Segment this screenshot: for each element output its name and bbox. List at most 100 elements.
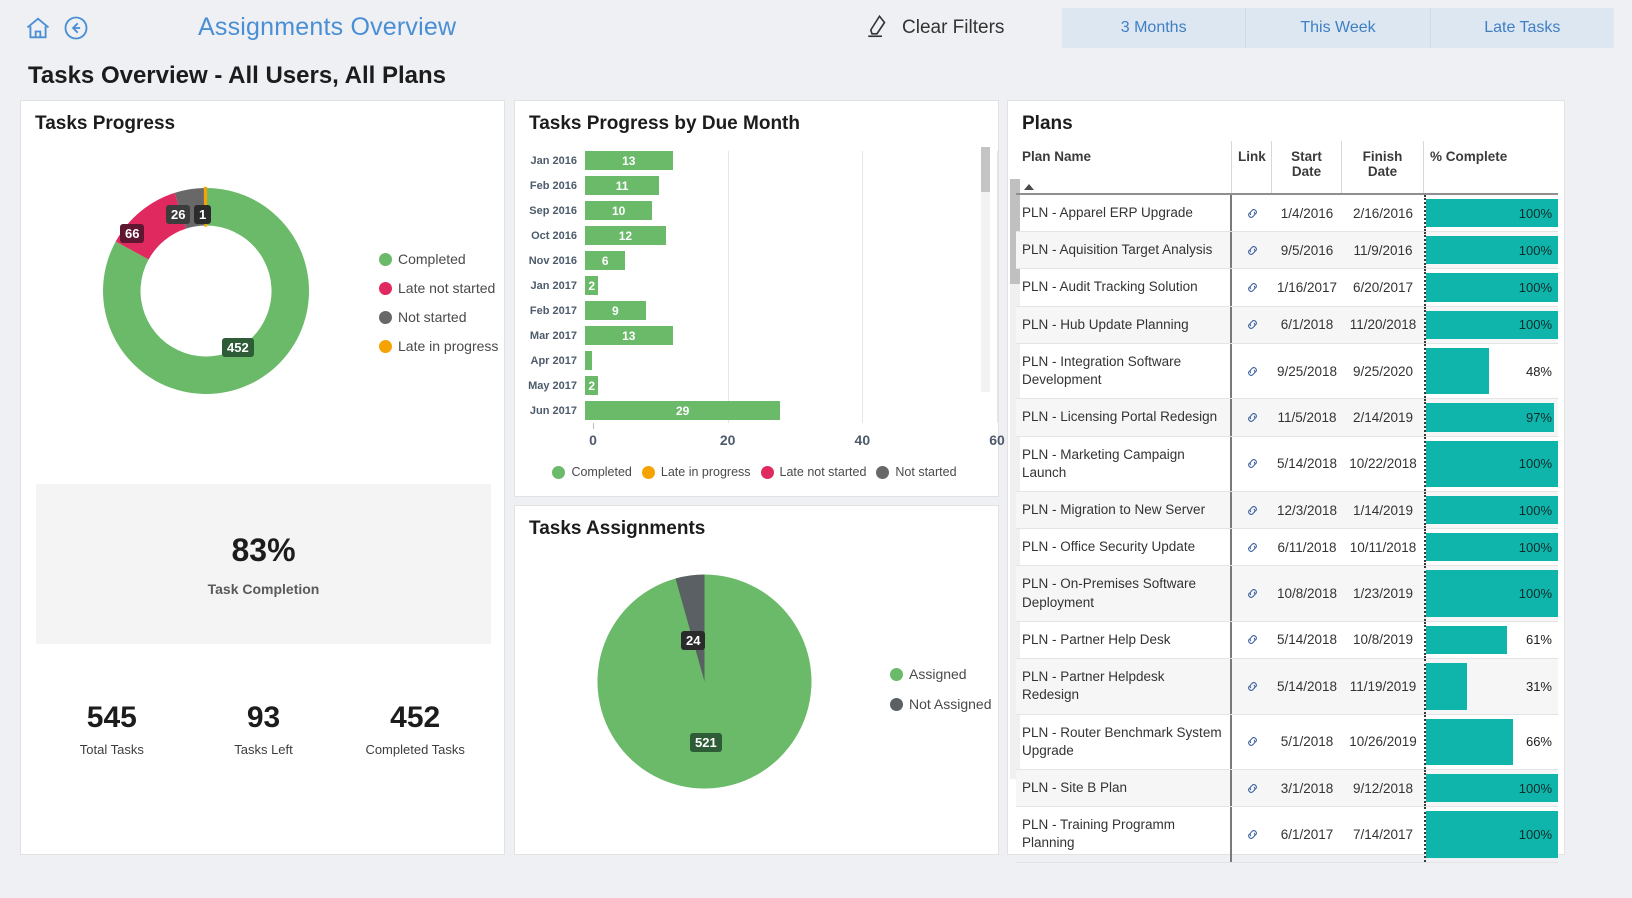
cell-plan-name[interactable]: PLN - Apparel ERP Upgrade [1016,195,1232,232]
bar-segment[interactable]: 13 [585,326,673,345]
bar-chart-row[interactable]: Oct 2016 12 [527,226,666,245]
table-row[interactable]: PLN - Licensing Portal Redesign 11/5/2018… [1016,399,1558,437]
filter-tab-late-tasks[interactable]: Late Tasks [1431,8,1614,48]
cell-plan-name[interactable]: PLN - Marketing Campaign Launch [1016,436,1232,491]
legend-item-assigned[interactable]: Assigned [890,666,992,682]
tasks-assignments-pie-chart[interactable]: 24 521 [597,574,812,789]
cell-plan-name[interactable]: PLN - Migration to New Server [1016,491,1232,529]
link-icon[interactable] [1232,807,1272,861]
legend-item-not-started[interactable]: Not started [876,465,957,479]
bar-chart-row[interactable]: Mar 2017 13 [527,326,673,345]
link-icon[interactable] [1232,529,1272,565]
column-header-finish-date[interactable]: Finish Date [1342,141,1424,193]
table-row[interactable]: PLN - On-Premises Software Deployment 10/… [1016,566,1558,622]
table-row[interactable]: PLN - Router Benchmark System Upgrade 5/1… [1016,714,1558,770]
cell-plan-name[interactable]: PLN - Integration Software Development [1016,343,1232,399]
table-row[interactable]: PLN - Partner Helpdesk Redesign 5/14/2018… [1016,659,1558,715]
bar-chart-row[interactable]: Jan 2017 2 [527,276,599,295]
cell-plan-name[interactable]: PLN - On-Premises Software Deployment [1016,566,1232,621]
column-header-start-date[interactable]: Start Date [1272,141,1342,193]
cell-start-date: 9/25/2018 [1276,363,1338,379]
filter-tab-3-months[interactable]: 3 Months [1062,8,1247,48]
bar-segment[interactable]: 2 [585,276,599,295]
bar-chart-row[interactable]: Jan 2016 13 [527,151,673,170]
tasks-by-month-bar-chart[interactable]: Jan 2016 13 Feb 2016 11 Sep 2016 10 Oct 2016 12… [527,143,1005,448]
table-row[interactable]: PLN - Hub Update Planning 6/1/2018 11/20/2… [1016,306,1558,344]
back-arrow-icon[interactable] [62,14,90,42]
bar-segment[interactable] [585,351,592,370]
tasks-by-month-title: Tasks Progress by Due Month [529,113,800,134]
bar-segment[interactable]: 11 [585,176,660,195]
cell-plan-name[interactable]: PLN - Audit Tracking Solution [1016,269,1232,306]
link-icon[interactable] [1232,492,1272,528]
clear-filters-button[interactable]: Clear Filters [862,10,1004,46]
bar-chart-scrollbar-thumb[interactable] [981,147,990,192]
bar-chart-row[interactable]: Nov 2016 6 [527,251,626,270]
link-icon[interactable] [1232,715,1272,769]
table-row[interactable]: PLN - Partner Help Desk 5/14/2018 10/8/201… [1016,621,1558,660]
link-icon[interactable] [1232,307,1272,343]
column-header-plan-name[interactable]: Plan Name [1016,141,1232,193]
bar-chart-row[interactable]: Jun 2017 29 [527,401,781,420]
bar-segment[interactable]: 29 [585,401,781,420]
cell-plan-name[interactable]: PLN - Training Programm Planning [1016,807,1232,862]
table-row[interactable]: PLN - Aquisition Target Analysis 9/5/2016… [1016,232,1558,270]
table-row[interactable]: PLN - Migration to New Server 12/3/2018 1/… [1016,491,1558,530]
bar-chart-scrollbar[interactable] [981,147,990,392]
cell-plan-name[interactable]: PLN - Aquisition Target Analysis [1016,232,1232,269]
link-icon[interactable] [1232,399,1272,435]
cell-plan-name[interactable]: PLN - Hub Update Planning [1016,306,1232,343]
table-row[interactable]: PLN - Integration Software Development 9/… [1016,343,1558,400]
tasks-progress-title: Tasks Progress [35,113,176,134]
legend-item-late-in-progress[interactable]: Late in progress [379,338,498,354]
cell-plan-name[interactable]: PLN - Router Benchmark System Upgrade [1016,714,1232,769]
legend-item-not-assigned[interactable]: Not Assigned [890,696,992,712]
legend-item-late-not-started[interactable]: Late not started [760,465,866,479]
donut-label-not-started: 26 [166,205,191,224]
table-row[interactable]: PLN - Audit Tracking Solution 1/16/2017 6/… [1016,269,1558,307]
bar-segment[interactable]: 13 [585,151,673,170]
table-row[interactable]: PLN - Office Security Update 6/11/2018 10/… [1016,529,1558,567]
tasks-assignments-panel: Tasks Assignments 24 521 Assigned Not As… [514,505,999,855]
bar-chart-row[interactable]: Apr 2017 [527,351,592,370]
bar-chart-row[interactable]: Sep 2016 10 [527,201,653,220]
filter-tab-this-week[interactable]: This Week [1246,8,1431,48]
link-icon[interactable] [1232,232,1272,268]
bar-segment[interactable]: 12 [585,226,666,245]
cell-plan-name[interactable]: PLN - Partner Helpdesk Redesign [1016,659,1232,714]
cell-plan-name[interactable]: PLN - Licensing Portal Redesign [1016,399,1232,436]
bar-chart-row[interactable]: Feb 2017 9 [527,301,646,320]
table-row[interactable]: PLN - Site B Plan 3/1/2018 9/12/2018 100% [1016,769,1558,808]
table-row[interactable]: PLN - Apparel ERP Upgrade 1/4/2016 2/16/20… [1016,195,1558,233]
cell-plan-name[interactable]: PLN - Site B Plan [1016,769,1232,807]
bar-segment[interactable]: 9 [585,301,646,320]
link-icon[interactable] [1232,622,1272,658]
bar-segment[interactable]: 10 [585,201,653,220]
table-row[interactable]: PLN - Training Programm Planning 6/1/2017… [1016,807,1558,863]
link-icon[interactable] [1232,659,1272,713]
tasks-progress-donut-chart[interactable]: 452 66 26 1 [91,176,321,406]
link-icon[interactable] [1232,344,1272,398]
bar-segment[interactable]: 6 [585,251,626,270]
column-header-link[interactable]: Link [1232,141,1272,193]
link-icon[interactable] [1232,195,1272,231]
cell-plan-name[interactable]: PLN - Office Security Update [1016,529,1232,566]
home-icon[interactable] [24,14,52,42]
bar-segment[interactable]: 2 [585,376,599,395]
link-icon[interactable] [1232,770,1272,806]
column-header-percent-complete[interactable]: % Complete [1424,141,1558,193]
bar-chart-row[interactable]: May 2017 2 [527,376,599,395]
cell-plan-name[interactable]: PLN - Partner Help Desk [1016,621,1232,659]
legend-item-not-started[interactable]: Not started [379,309,498,325]
legend-item-completed[interactable]: Completed [379,251,498,267]
link-icon[interactable] [1232,269,1272,305]
table-row[interactable]: PLN - Marketing Campaign Launch 5/14/2018… [1016,436,1558,492]
cell-finish-date: 10/8/2019 [1352,632,1414,648]
cell-start-date: 6/1/2018 [1280,317,1334,333]
link-icon[interactable] [1232,437,1272,491]
legend-item-late-in-progress[interactable]: Late in progress [641,465,751,479]
bar-chart-row[interactable]: Feb 2016 11 [527,176,660,195]
link-icon[interactable] [1232,566,1272,620]
legend-item-late-not-started[interactable]: Late not started [379,280,498,296]
legend-item-completed[interactable]: Completed [552,465,632,479]
